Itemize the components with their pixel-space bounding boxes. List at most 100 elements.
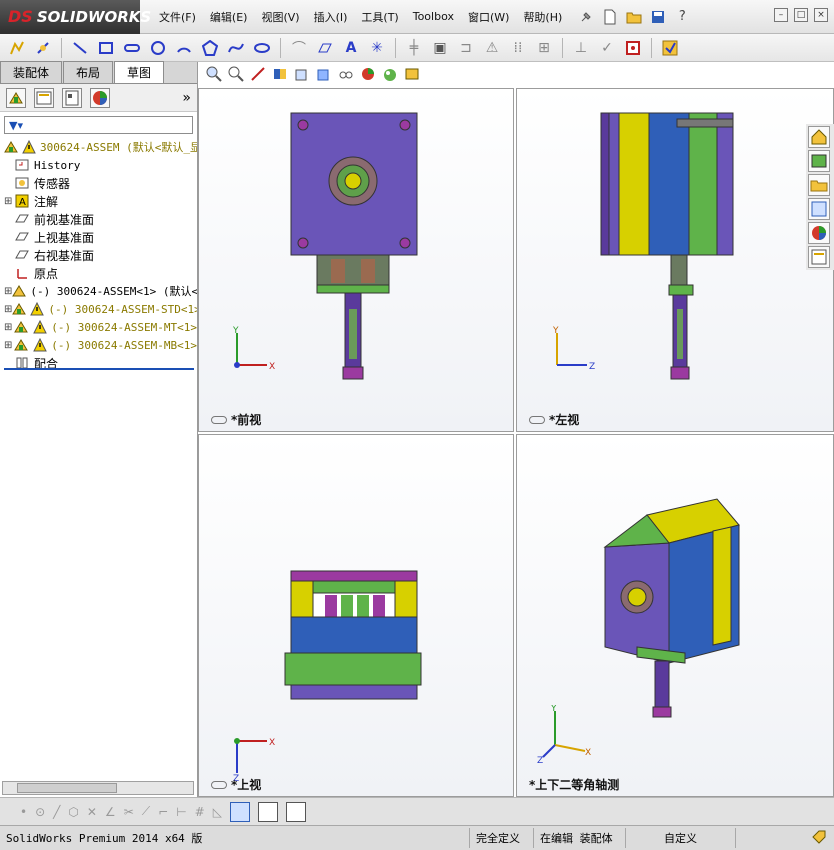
center-point-icon[interactable]: ⊙	[35, 805, 45, 819]
display-style-icon[interactable]	[316, 66, 332, 85]
plane-tool-icon[interactable]	[314, 37, 336, 59]
apply-scene-icon[interactable]	[382, 66, 398, 85]
view-3d-icon[interactable]	[229, 801, 250, 822]
expand-icon[interactable]: ⊞	[4, 196, 14, 207]
design-library-icon[interactable]	[808, 150, 830, 172]
convert-entities-icon[interactable]: ▣	[429, 37, 451, 59]
mirror-icon[interactable]: ⚠	[481, 37, 503, 59]
hide-show-items-icon[interactable]	[338, 66, 354, 85]
repair-sketch-icon[interactable]: ✓	[596, 37, 618, 59]
menu-edit[interactable]: 编辑(E)	[203, 9, 255, 25]
expand-icon[interactable]: ⊞	[4, 286, 12, 297]
move-entities-icon[interactable]: ⊞	[533, 37, 555, 59]
save-icon[interactable]	[649, 8, 667, 26]
rapid-sketch-icon[interactable]	[622, 37, 644, 59]
grid-icon[interactable]: #	[195, 805, 205, 819]
configuration-manager-icon[interactable]	[62, 87, 82, 108]
menu-file[interactable]: 文件(F)	[152, 9, 203, 25]
menu-view[interactable]: 视图(V)	[254, 9, 306, 25]
close-icon[interactable]: ×	[814, 8, 828, 22]
trim-icon[interactable]: ╪	[403, 37, 425, 59]
smart-dimension-icon[interactable]	[32, 37, 54, 59]
minimize-icon[interactable]: –	[774, 8, 788, 22]
circle-icon[interactable]	[147, 37, 169, 59]
menu-insert[interactable]: 插入(I)	[307, 9, 355, 25]
status-custom[interactable]: 自定义	[626, 828, 736, 848]
zoom-to-area-icon[interactable]	[228, 66, 244, 85]
feature-manager-icon[interactable]	[6, 87, 26, 108]
fillet-icon[interactable]: ⌒	[288, 37, 310, 59]
open-folder-icon[interactable]	[625, 8, 643, 26]
tree-item[interactable]: ⊞ (-) 300624-ASSEM-MT<1>	[4, 318, 197, 336]
menu-window[interactable]: 窗口(W)	[461, 9, 516, 25]
four-view-icon[interactable]	[285, 801, 306, 822]
corner-icon[interactable]: ⌐	[158, 805, 168, 819]
property-manager-icon[interactable]	[34, 87, 54, 108]
viewport-front[interactable]: Y X *前视	[198, 88, 514, 432]
file-explorer-icon[interactable]	[808, 174, 830, 196]
horizontal-scrollbar[interactable]	[2, 781, 194, 795]
appearances-icon[interactable]	[808, 222, 830, 244]
viewport-iso[interactable]: Y X Z *上下二等角轴测	[516, 434, 834, 797]
arc-icon[interactable]	[173, 37, 195, 59]
view-settings-icon[interactable]	[404, 66, 420, 85]
tree-item[interactable]: History	[4, 156, 197, 174]
tree-item[interactable]: 上视基准面	[4, 228, 197, 246]
menu-tools[interactable]: 工具(T)	[354, 9, 405, 25]
dimension-tool-icon[interactable]: ⊢	[176, 805, 186, 819]
previous-view-icon[interactable]	[250, 66, 266, 85]
view-orientation-icon[interactable]	[294, 66, 310, 85]
edit-appearance-icon[interactable]	[360, 66, 376, 85]
ellipse-icon[interactable]	[251, 37, 273, 59]
pin-icon[interactable]	[577, 8, 595, 26]
filter-icon[interactable]: ▼▾	[9, 119, 23, 132]
home-icon[interactable]	[808, 126, 830, 148]
linear-pattern-icon[interactable]: ⁞⁞	[507, 37, 529, 59]
tree-filter[interactable]: ▼▾	[4, 116, 193, 134]
single-view-icon[interactable]	[257, 801, 278, 822]
tab-sketch[interactable]: 草图	[114, 61, 165, 83]
polygon-icon[interactable]	[199, 37, 221, 59]
help-icon[interactable]: ?	[673, 8, 691, 26]
tree-item[interactable]: 传感器	[4, 174, 197, 192]
tab-assembly[interactable]: 装配体	[0, 61, 63, 83]
expand-panel-icon[interactable]: »	[182, 90, 191, 106]
extend-icon[interactable]: ⟋	[142, 804, 150, 819]
expand-icon[interactable]: ⊞	[4, 304, 12, 315]
expand-icon[interactable]: ⊞	[4, 340, 13, 351]
tree-item[interactable]: 前视基准面	[4, 210, 197, 228]
tab-layout[interactable]: 布局	[63, 61, 114, 83]
view-palette-icon[interactable]	[808, 198, 830, 220]
tree-item[interactable]: ⊞ (-) 300624-ASSEM-MB<1>	[4, 336, 197, 354]
display-relations-icon[interactable]: ⊥	[570, 37, 592, 59]
offset-icon[interactable]: ⊐	[455, 37, 477, 59]
line-icon[interactable]	[69, 37, 91, 59]
tree-item[interactable]: ⊞ (-) 300624-ASSEM-STD<1>	[4, 300, 197, 318]
status-tag-icon[interactable]	[812, 830, 826, 847]
viewport-left[interactable]: Y Z *左视	[516, 88, 834, 432]
angle-icon[interactable]: ∠	[105, 805, 116, 819]
trim-tool-icon[interactable]: ✂	[124, 805, 134, 819]
polygon-tool-icon[interactable]: ⬡	[68, 805, 78, 819]
menu-help[interactable]: 帮助(H)	[516, 9, 569, 25]
scrollbar-thumb[interactable]	[17, 783, 117, 793]
instant-2d-icon[interactable]	[659, 37, 681, 59]
restore-icon[interactable]: □	[794, 8, 808, 22]
custom-properties-icon[interactable]	[808, 246, 830, 268]
expand-icon[interactable]: ⊞	[4, 322, 13, 333]
zoom-to-fit-icon[interactable]	[206, 66, 222, 85]
menu-toolbox[interactable]: Toolbox	[406, 10, 461, 23]
point-tool-icon[interactable]: •	[20, 805, 27, 819]
tree-item[interactable]: ⊞ (-) 300624-ASSEM<1> (默认<	[4, 282, 197, 300]
sketch-icon[interactable]	[6, 37, 28, 59]
cross-icon[interactable]: ✕	[87, 805, 97, 819]
text-icon[interactable]: A	[340, 37, 362, 59]
display-manager-icon[interactable]	[90, 87, 110, 108]
slot-icon[interactable]	[121, 37, 143, 59]
rectangle-icon[interactable]	[95, 37, 117, 59]
tree-item[interactable]: 原点	[4, 264, 197, 282]
point-icon[interactable]: ✳	[366, 37, 388, 59]
tree-item[interactable]: 右视基准面	[4, 246, 197, 264]
tree-item[interactable]: ⊞ A 注解	[4, 192, 197, 210]
viewport-top[interactable]: X Z *上视	[198, 434, 514, 797]
